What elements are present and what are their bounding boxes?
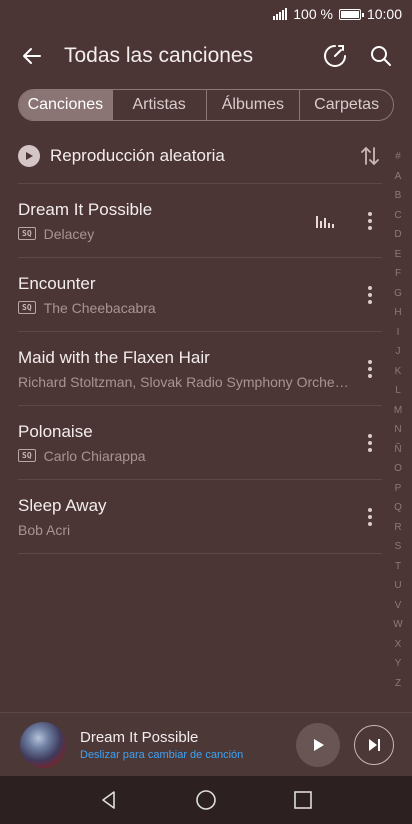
nav-recents-button[interactable] xyxy=(283,780,323,820)
back-arrow-icon xyxy=(23,48,41,64)
song-title: Polonaise xyxy=(18,421,93,441)
nav-home-button[interactable] xyxy=(186,780,226,820)
battery-text: 100 % xyxy=(293,6,333,22)
list-item[interactable]: Polonaise SQ Carlo Chiarappa xyxy=(18,405,382,479)
sq-badge: SQ xyxy=(18,301,36,314)
list-item[interactable]: Sleep Away Bob Acri xyxy=(18,479,382,553)
index-letter[interactable]: D xyxy=(394,225,401,245)
index-letter[interactable]: C xyxy=(394,206,401,226)
song-title: Maid with the Flaxen Hair xyxy=(18,347,210,367)
index-letter[interactable]: I xyxy=(397,323,400,343)
album-art[interactable] xyxy=(20,721,66,768)
index-letter[interactable]: Y xyxy=(395,654,402,674)
next-track-button[interactable] xyxy=(354,724,394,765)
more-options-button[interactable] xyxy=(358,349,382,389)
song-list: Dream It Possible SQ Delacey Encounter S… xyxy=(18,183,382,554)
play-button[interactable] xyxy=(296,722,340,767)
index-letter[interactable]: R xyxy=(394,518,401,538)
index-letter[interactable]: P xyxy=(395,479,402,499)
more-options-button[interactable] xyxy=(358,201,382,241)
square-recents-icon xyxy=(294,791,313,809)
nav-back-button[interactable] xyxy=(89,780,129,820)
tab-carpetas[interactable]: Carpetas xyxy=(299,90,393,120)
skip-next-icon xyxy=(369,738,380,751)
index-letter[interactable]: M xyxy=(394,401,402,421)
index-letter[interactable]: G xyxy=(394,284,402,304)
back-button[interactable] xyxy=(0,28,64,84)
battery-icon xyxy=(338,8,364,20)
shuffle-label: Reproducción aleatoria xyxy=(50,146,225,165)
song-artist: Richard Stoltzman, Slovak Radio Symphony… xyxy=(18,373,349,390)
index-letter[interactable]: T xyxy=(395,557,401,577)
search-icon xyxy=(371,46,391,66)
status-bar: 100 % 10:00 xyxy=(0,0,412,28)
index-letter[interactable]: S xyxy=(395,537,402,557)
search-button[interactable] xyxy=(358,28,404,84)
index-letter[interactable]: Ñ xyxy=(394,440,401,460)
more-options-button[interactable] xyxy=(358,497,382,537)
tab-albumes[interactable]: Álbumes xyxy=(205,90,300,120)
index-letter[interactable]: A xyxy=(395,167,402,187)
more-options-button[interactable] xyxy=(358,275,382,315)
index-letter[interactable]: H xyxy=(394,303,401,323)
index-letter[interactable]: N xyxy=(394,420,401,440)
triangle-back-icon xyxy=(101,791,115,809)
list-item[interactable]: Dream It Possible SQ Delacey xyxy=(18,183,382,257)
index-letter[interactable]: V xyxy=(395,596,402,616)
sort-button[interactable] xyxy=(358,144,382,168)
now-playing-bars-icon xyxy=(316,214,334,228)
song-artist: The Cheebacabra xyxy=(43,299,156,316)
song-title: Dream It Possible xyxy=(18,199,153,219)
song-title: Sleep Away xyxy=(18,495,107,515)
now-playing-title: Dream It Possible xyxy=(80,728,199,746)
more-options-button[interactable] xyxy=(358,423,382,463)
shuffle-all-row[interactable]: Reproducción aleatoria xyxy=(18,134,382,178)
song-artist: Bob Acri xyxy=(18,521,71,538)
sleep-timer-icon xyxy=(324,45,346,67)
index-letter[interactable]: U xyxy=(394,576,401,596)
index-letter[interactable]: W xyxy=(393,615,402,635)
app-bar: Todas las canciones xyxy=(0,28,412,84)
song-title: Encounter xyxy=(18,273,96,293)
song-artist: Delacey xyxy=(43,225,95,242)
play-icon xyxy=(314,738,324,751)
tab-artistas[interactable]: Artistas xyxy=(111,90,206,120)
index-letter[interactable]: L xyxy=(395,381,401,401)
list-item[interactable]: Encounter SQ The Cheebacabra xyxy=(18,257,382,331)
signal-icon xyxy=(273,8,288,20)
clock: 10:00 xyxy=(366,6,402,22)
sq-badge: SQ xyxy=(18,227,36,240)
index-letter[interactable]: K xyxy=(395,362,402,382)
alphabet-index[interactable]: # A B C D E F G H I J K L M N Ñ O P Q R S T U V W X Y Z xyxy=(388,147,408,693)
sort-icon xyxy=(361,147,379,165)
list-item[interactable]: Maid with the Flaxen Hair Richard Stoltz… xyxy=(18,331,382,405)
page-title: Todas las canciones xyxy=(64,44,254,67)
index-letter[interactable]: E xyxy=(395,245,402,265)
index-letter[interactable]: Z xyxy=(395,674,401,694)
swipe-hint: Deslizar para cambiar de canción xyxy=(80,748,244,761)
index-letter[interactable]: J xyxy=(396,342,401,362)
index-letter[interactable]: Q xyxy=(394,498,402,518)
index-letter[interactable]: B xyxy=(395,186,402,206)
play-circle-icon xyxy=(18,145,40,167)
index-letter[interactable]: O xyxy=(394,459,402,479)
tab-canciones[interactable]: Canciones xyxy=(19,90,112,120)
sleep-timer-button[interactable] xyxy=(312,28,358,84)
index-letter[interactable]: # xyxy=(395,147,401,167)
index-letter[interactable]: X xyxy=(395,635,402,655)
tab-bar: Canciones Artistas Álbumes Carpetas xyxy=(18,89,394,121)
circle-home-icon xyxy=(196,790,216,810)
system-nav-bar xyxy=(0,776,412,824)
index-letter[interactable]: F xyxy=(395,264,401,284)
sq-badge: SQ xyxy=(18,449,36,462)
song-artist: Carlo Chiarappa xyxy=(43,447,146,464)
list-divider xyxy=(18,553,382,554)
now-playing-bar[interactable]: Dream It Possible Deslizar para cambiar … xyxy=(0,712,412,776)
